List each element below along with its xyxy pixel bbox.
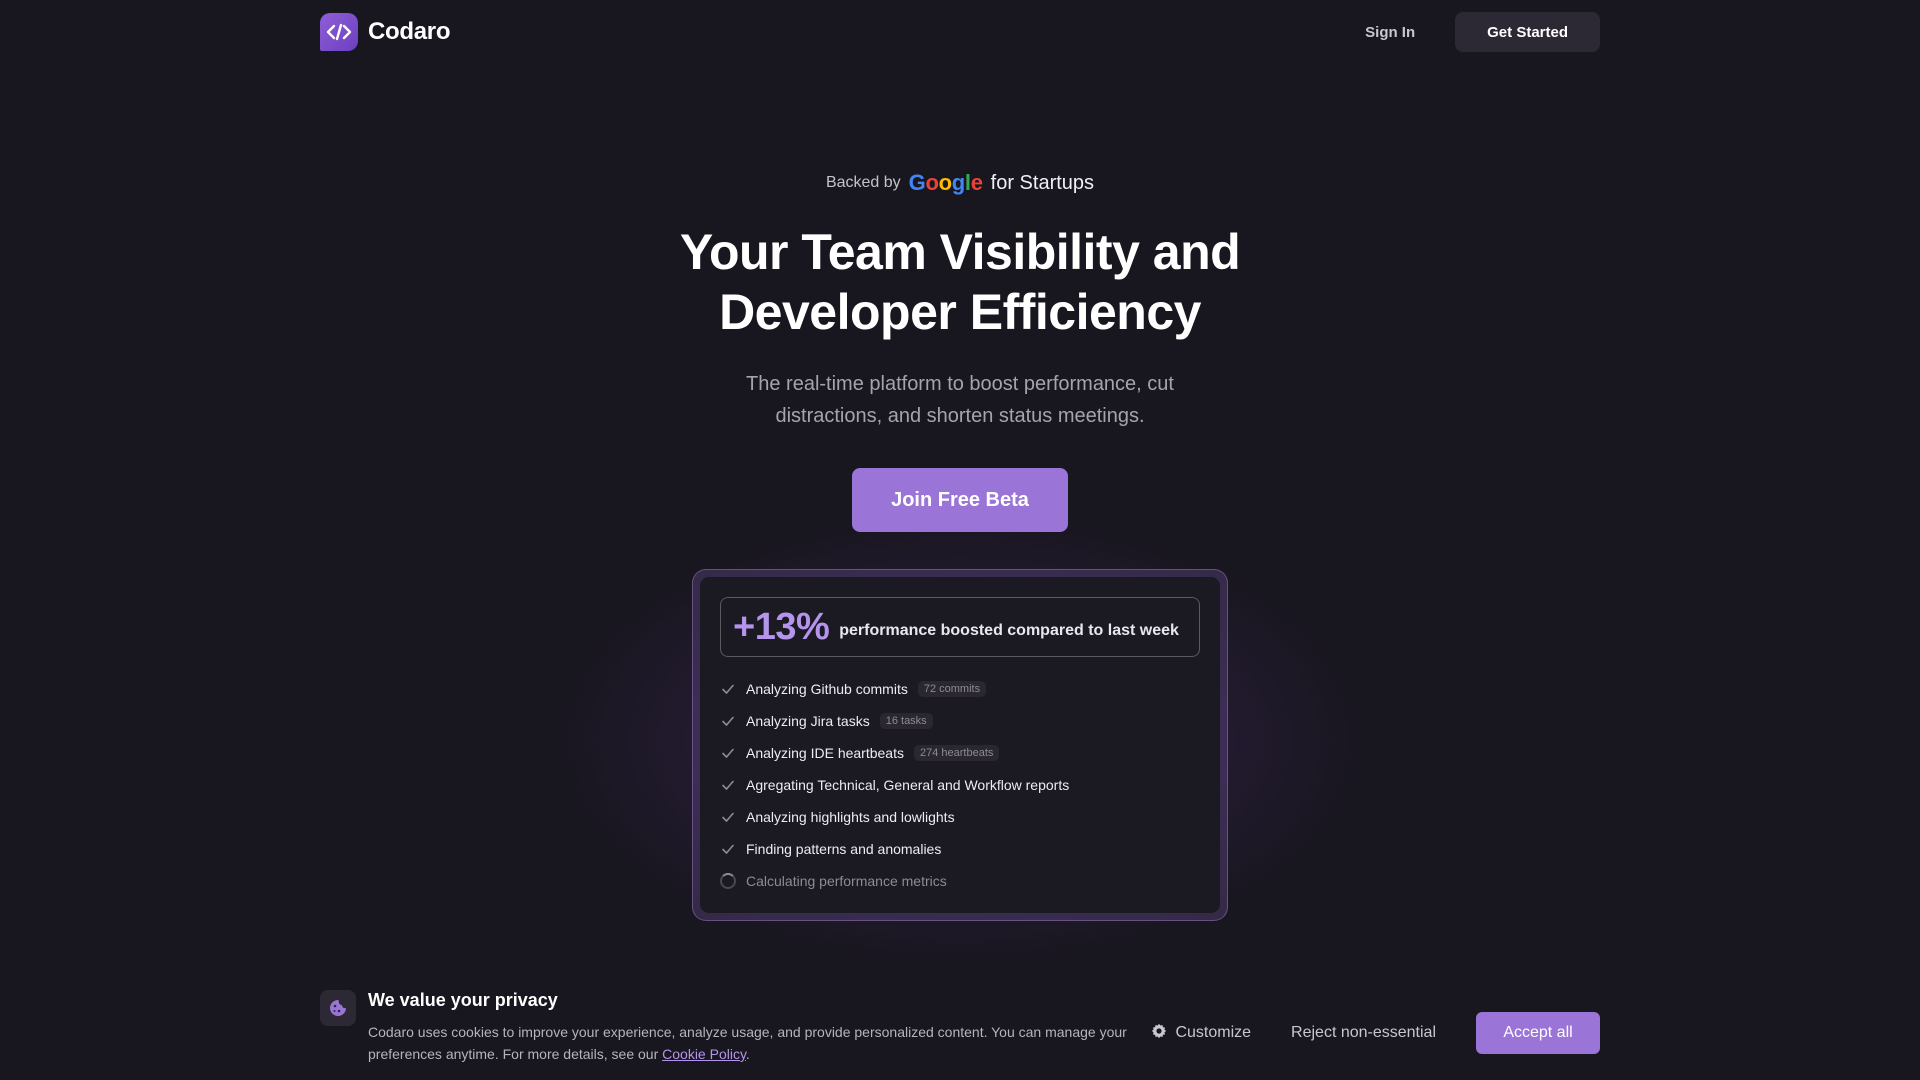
check-icon [720, 713, 736, 729]
google-letter: g [951, 170, 965, 195]
sign-in-link[interactable]: Sign In [1365, 24, 1415, 41]
get-started-button[interactable]: Get Started [1455, 12, 1600, 52]
stat-value: +13% [733, 605, 830, 648]
task-item: Analyzing highlights and lowlights [720, 801, 1200, 833]
task-item: Analyzing Jira tasks 16 tasks [720, 705, 1200, 737]
google-letter: G [908, 170, 926, 195]
task-label: Calculating performance metrics [746, 873, 947, 889]
task-label: Agregating Technical, General and Workfl… [746, 777, 1070, 793]
reject-non-essential-button[interactable]: Reject non-essential [1291, 1024, 1436, 1042]
site-header: Codaro Sign In Get Started [320, 12, 1600, 52]
backed-by-line: Backed by Google for Startups [0, 170, 1920, 196]
check-icon [720, 841, 736, 857]
landing-page: Codaro Sign In Get Started Backed by Goo… [0, 0, 1920, 1080]
task-count-badge: 274 heartbeats [913, 745, 1000, 761]
code-logo-icon [320, 13, 358, 51]
cookie-body: Codaro uses cookies to improve your expe… [368, 1021, 1128, 1065]
cookie-banner: We value your privacy Codaro uses cookie… [0, 958, 1920, 1080]
check-icon [720, 809, 736, 825]
cookie-actions: Customize Reject non-essential Accept al… [1151, 1012, 1600, 1054]
customize-button[interactable]: Customize [1151, 1023, 1251, 1044]
customize-label: Customize [1175, 1024, 1252, 1041]
task-item: Finding patterns and anomalies [720, 833, 1200, 865]
analysis-card-frame: +13% performance boosted compared to las… [692, 569, 1228, 921]
cookie-title: We value your privacy [368, 990, 558, 1010]
gear-icon [1151, 1023, 1167, 1044]
google-letter: e [970, 170, 983, 195]
google-letter: o [925, 170, 939, 195]
hero-title-line-1: Your Team Visibility and [679, 224, 1241, 280]
for-startups-label: for Startups [990, 171, 1095, 194]
analysis-card: +13% performance boosted compared to las… [700, 577, 1220, 913]
task-label: Finding patterns and anomalies [746, 841, 942, 857]
task-item: Calculating performance metrics [720, 865, 1200, 897]
task-count-badge: 16 tasks [879, 713, 933, 729]
hero-title-line-2: Developer Efficiency [719, 284, 1201, 340]
hero-section: Backed by Google for Startups Your Team … [0, 170, 1920, 532]
task-list: Analyzing Github commits 72 commits Analyz… [720, 673, 1200, 897]
task-label: Analyzing IDE heartbeats [746, 745, 904, 761]
google-letter: o [938, 170, 952, 195]
task-label: Analyzing highlights and lowlights [746, 809, 955, 825]
task-item: Agregating Technical, General and Workfl… [720, 769, 1200, 801]
check-icon [720, 745, 736, 761]
accept-all-button[interactable]: Accept all [1476, 1012, 1600, 1054]
task-count-badge: 72 commits [917, 681, 987, 697]
cookie-banner-content: We value your privacy Codaro uses cookie… [320, 974, 1600, 1065]
backed-by-label: Backed by [825, 174, 901, 191]
cookie-text: We value your privacy Codaro uses cookie… [368, 974, 1128, 1065]
task-item: Analyzing IDE heartbeats 274 heartbeats [720, 737, 1200, 769]
check-icon [720, 681, 736, 697]
cookie-policy-link[interactable]: Cookie Policy [662, 1046, 746, 1062]
cookie-icon [320, 990, 356, 1026]
task-label: Analyzing Github commits [746, 681, 908, 697]
google-logo: Google [909, 170, 983, 196]
brand[interactable]: Codaro [320, 13, 451, 51]
task-item: Analyzing Github commits 72 commits [720, 673, 1200, 705]
task-label: Analyzing Jira tasks [746, 713, 870, 729]
header-actions: Sign In Get Started [1365, 12, 1600, 52]
brand-name: Codaro [368, 18, 451, 45]
stat-label: performance boosted compared to last wee… [839, 622, 1179, 639]
check-icon [720, 777, 736, 793]
spinner-icon [720, 873, 736, 889]
hero-subtitle: The real-time platform to boost performa… [746, 373, 1174, 427]
hero-title: Your Team Visibility and Developer Effic… [0, 222, 1920, 342]
cookie-body-end: . [745, 1046, 750, 1062]
performance-stat: +13% performance boosted compared to las… [720, 597, 1200, 657]
